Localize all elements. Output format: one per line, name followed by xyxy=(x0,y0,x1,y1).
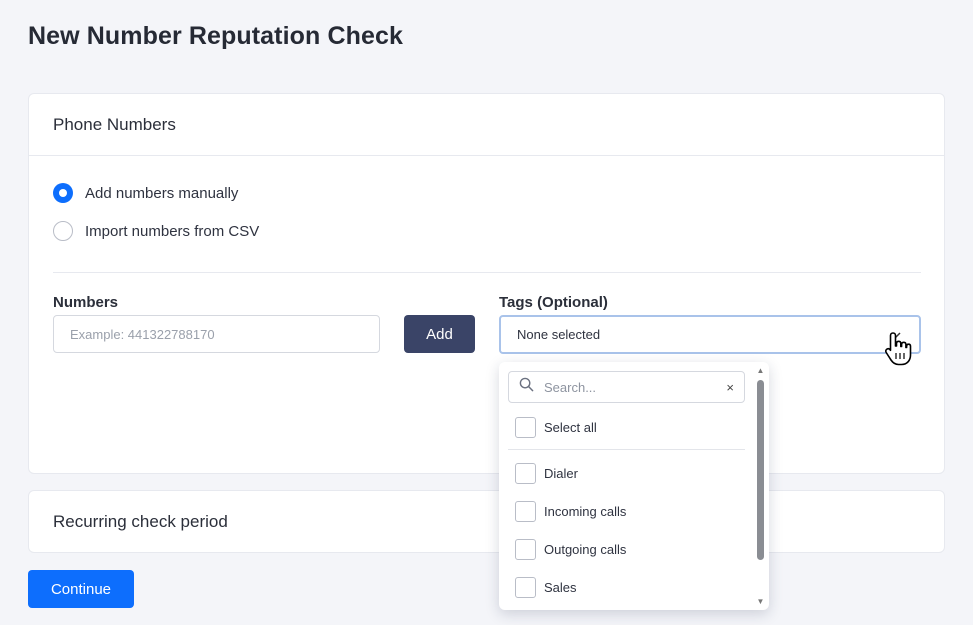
tags-search-input[interactable] xyxy=(542,378,723,396)
phone-numbers-card: Phone Numbers Add numbers manually Impor… xyxy=(28,93,945,474)
checkbox[interactable] xyxy=(515,501,536,522)
tags-label: Tags (Optional) xyxy=(499,294,608,311)
recurring-header[interactable]: Recurring check period xyxy=(29,491,944,552)
tags-search-box[interactable]: × xyxy=(508,371,745,403)
checkbox[interactable] xyxy=(515,463,536,484)
radio-label: Import numbers from CSV xyxy=(85,222,260,240)
scroll-up-icon[interactable]: ▲ xyxy=(756,366,765,375)
numbers-input[interactable] xyxy=(53,315,380,353)
option-label: Incoming calls xyxy=(544,504,627,519)
chevron-down-icon[interactable] xyxy=(891,328,901,342)
close-icon[interactable]: × xyxy=(726,380,734,395)
radio-import-csv[interactable]: Import numbers from CSV xyxy=(53,221,259,241)
tag-option-incoming-calls[interactable]: Incoming calls xyxy=(515,501,626,522)
scrollbar-thumb[interactable] xyxy=(757,380,764,560)
dropdown-scrollbar[interactable]: ▲ ▼ xyxy=(756,366,765,606)
page-title: New Number Reputation Check xyxy=(28,22,403,50)
tags-dropdown: × Select all Dialer Incoming calls Outgo… xyxy=(499,362,769,610)
dropdown-divider xyxy=(508,449,745,450)
scroll-down-icon[interactable]: ▼ xyxy=(756,597,765,606)
add-button[interactable]: Add xyxy=(404,315,475,353)
tag-option-dialer[interactable]: Dialer xyxy=(515,463,578,484)
radio-button-checked[interactable] xyxy=(53,183,73,203)
tags-select[interactable]: None selected xyxy=(499,315,921,354)
radio-button[interactable] xyxy=(53,221,73,241)
tag-option-outgoing-calls[interactable]: Outgoing calls xyxy=(515,539,626,560)
option-label: Sales xyxy=(544,580,577,595)
search-icon xyxy=(519,377,534,397)
checkbox[interactable] xyxy=(515,577,536,598)
numbers-label: Numbers xyxy=(53,294,119,311)
radio-add-manually[interactable]: Add numbers manually xyxy=(53,183,238,203)
checkbox[interactable] xyxy=(515,539,536,560)
radio-label: Add numbers manually xyxy=(85,184,239,202)
select-all-option[interactable]: Select all xyxy=(515,417,597,438)
option-label: Dialer xyxy=(544,466,578,481)
recurring-card[interactable]: Recurring check period xyxy=(28,490,945,553)
continue-button[interactable]: Continue xyxy=(28,570,134,608)
phone-numbers-header: Phone Numbers xyxy=(29,94,944,156)
checkbox[interactable] xyxy=(515,417,536,438)
tag-option-sales[interactable]: Sales xyxy=(515,577,577,598)
option-label: Outgoing calls xyxy=(544,542,627,557)
divider xyxy=(53,272,921,273)
option-label: Select all xyxy=(544,420,597,435)
tags-select-value: None selected xyxy=(517,327,601,342)
